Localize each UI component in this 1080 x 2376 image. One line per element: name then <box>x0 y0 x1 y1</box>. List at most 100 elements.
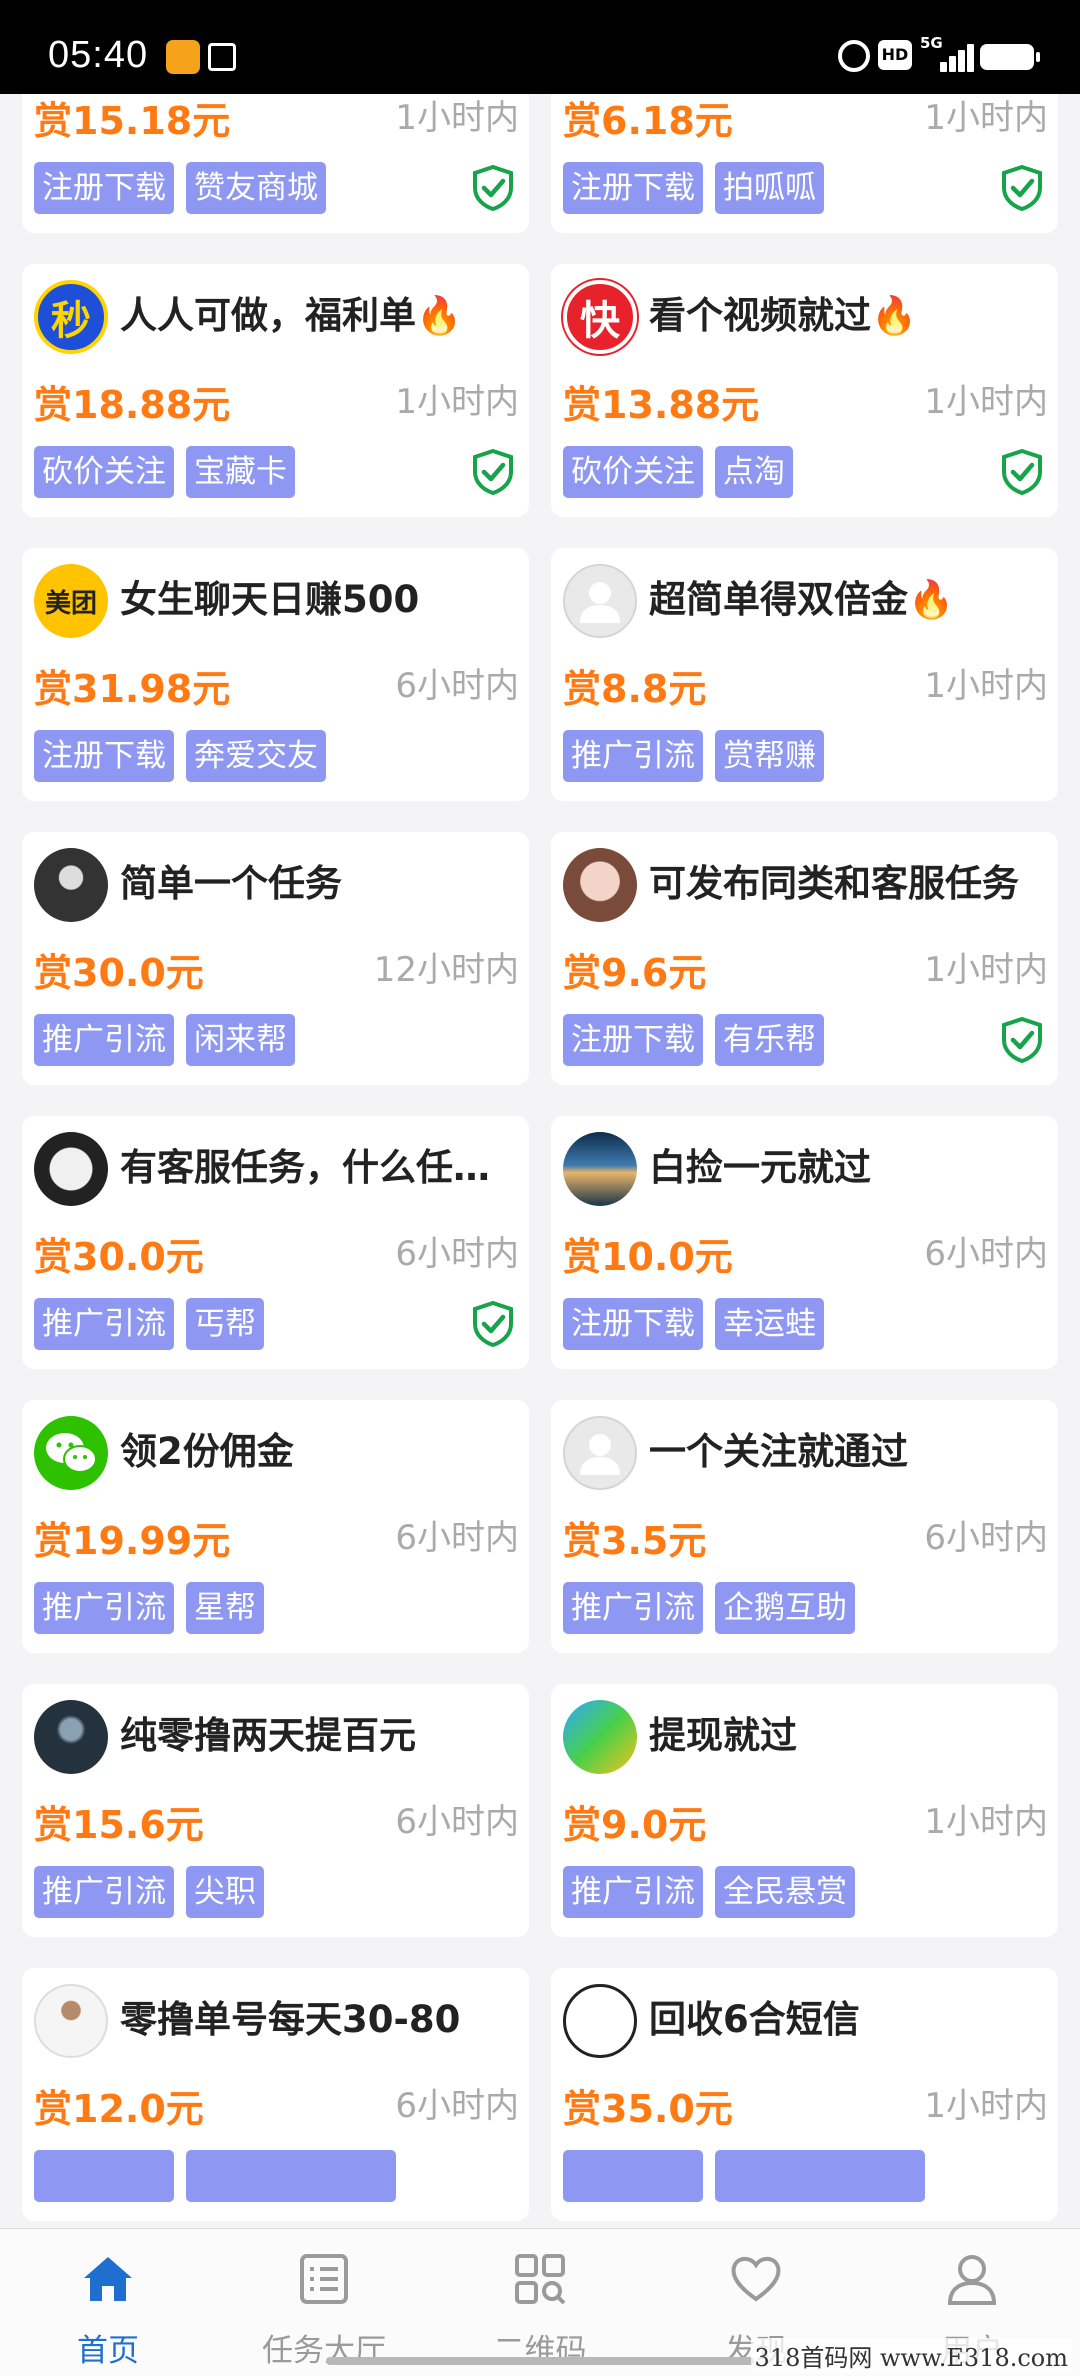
dark-photo-avatar <box>34 1700 108 1774</box>
alarm-icon <box>838 40 870 72</box>
fire-icon: 🔥 <box>908 578 955 621</box>
task-title-text: 有客服任务，什么任务都有 <box>120 1146 520 1189</box>
task-time-limit: 6小时内 <box>395 1518 519 1558</box>
qr-code-icon <box>515 2254 566 2305</box>
task-reward: 赏12.0元 <box>34 2087 204 2131</box>
verified-shield-icon <box>1002 164 1042 212</box>
task-time-limit: 1小时内 <box>395 382 519 422</box>
task-time-limit: 6小时内 <box>395 1234 519 1274</box>
verified-shield-icon <box>473 448 513 496</box>
task-tag: 推广引流 <box>34 1866 174 1918</box>
task-time-limit: 1小时内 <box>924 2086 1048 2126</box>
task-time-limit: 1小时内 <box>924 1802 1048 1842</box>
task-card[interactable]: 回收6合短信 赏35.0元 1小时内 <box>551 1968 1058 2221</box>
task-card[interactable]: 纯零撸两天提百元 赏15.6元 6小时内 推广引流 尖职 <box>22 1684 529 1937</box>
task-tag: 注册下载 <box>563 162 703 214</box>
tab-label: 首页 <box>77 2333 139 2369</box>
task-card[interactable]: 领2份佣金 赏19.99元 6小时内 推广引流 星帮 <box>22 1400 529 1653</box>
task-tags: 注册下载 拍呱呱 <box>563 162 824 214</box>
status-bar: 05:40 HD 5G <box>0 0 1080 94</box>
task-title-text: 零撸单号每天30-80 <box>120 1998 461 2041</box>
task-reward: 赏8.8元 <box>563 667 707 711</box>
task-reward: 赏30.0元 <box>34 951 204 995</box>
task-tag: 有乐帮 <box>715 1014 824 1066</box>
dog-sketch-avatar <box>563 1984 637 2058</box>
task-title: 简单一个任务 <box>120 854 520 914</box>
tab-qr-code[interactable]: 二维码 <box>432 2229 648 2376</box>
task-card[interactable]: 白捡一元就过 赏10.0元 6小时内 注册下载 幸运蛙 <box>551 1116 1058 1369</box>
verified-shield-icon <box>473 1300 513 1348</box>
task-grid: 审核一张图15元（秒审核）赏15.18元1小时内注册下载赞友商城审核小学生都会做… <box>22 94 1058 2221</box>
status-time: 05:40 <box>48 34 149 76</box>
task-title: 可发布同类和客服任务 <box>649 854 1049 914</box>
task-title: 女生聊天日赚500 <box>120 570 520 630</box>
task-card[interactable]: 可发布同类和客服任务 赏9.6元 1小时内 注册下载 有乐帮 <box>551 832 1058 1085</box>
home-indicator[interactable] <box>326 2357 754 2365</box>
task-card[interactable]: 简单一个任务 赏30.0元 12小时内 推广引流 闲来帮 <box>22 832 529 1085</box>
notification-app-icon <box>166 40 200 74</box>
task-reward: 赏15.18元 <box>34 99 231 143</box>
task-title: 一个关注就通过 <box>649 1422 1049 1482</box>
task-title-text: 纯零撸两天提百元 <box>120 1714 416 1757</box>
task-card[interactable]: 审核一张图15元（秒审核）赏15.18元1小时内注册下载赞友商城 <box>22 94 529 233</box>
tab-task-hall[interactable]: 任务大厅 <box>216 2229 432 2376</box>
task-tags: 推广引流 全民悬赏 <box>563 1866 855 1918</box>
task-title: 有客服任务，什么任务都有 <box>120 1138 520 1198</box>
task-tags: 注册下载 赞友商城 <box>34 162 326 214</box>
task-reward: 赏13.88元 <box>563 383 760 427</box>
task-reward: 赏9.0元 <box>563 1803 707 1847</box>
task-tag: 推广引流 <box>563 1582 703 1634</box>
task-time-limit: 6小时内 <box>395 1802 519 1842</box>
task-tags: 推广引流 赏帮赚 <box>563 730 824 782</box>
task-title-text: 一个关注就通过 <box>649 1430 908 1473</box>
task-title: 超简单得双倍金🔥 <box>649 570 1049 630</box>
task-feed[interactable]: 审核一张图15元（秒审核）赏15.18元1小时内注册下载赞友商城审核小学生都会做… <box>0 94 1080 2228</box>
task-tag: 砍价关注 <box>34 446 174 498</box>
task-tag: 赏帮赚 <box>715 730 824 782</box>
task-time-limit: 1小时内 <box>924 666 1048 706</box>
task-time-limit: 1小时内 <box>924 950 1048 990</box>
task-title-text: 超简单得双倍金 <box>649 578 908 621</box>
wechat-avatar <box>34 1416 108 1490</box>
task-title: 人人可做，福利单🔥 <box>120 286 520 346</box>
tab-home[interactable]: 首页 <box>0 2229 216 2376</box>
battery-icon <box>980 44 1040 70</box>
task-card[interactable]: 美团 女生聊天日赚500 赏31.98元 6小时内 注册下载 奔爱交友 <box>22 548 529 801</box>
fire-icon: 🔥 <box>416 294 463 337</box>
anime-avatar <box>563 848 637 922</box>
task-title-text: 提现就过 <box>649 1714 797 1757</box>
task-card[interactable]: 零撸单号每天30-80 赏12.0元 6小时内 <box>22 1968 529 2221</box>
task-card[interactable]: 快看个视频就过🔥 赏13.88元 1小时内 砍价关注 点淘 <box>551 264 1058 517</box>
task-title-text: 领2份佣金 <box>120 1430 294 1473</box>
task-title-text: 白捡一元就过 <box>649 1146 871 1189</box>
task-title: 白捡一元就过 <box>649 1138 1049 1198</box>
task-title: 提现就过 <box>649 1706 1049 1766</box>
task-card[interactable]: 审核小学生都会做🔥赏6.18元1小时内注册下载拍呱呱 <box>551 94 1058 233</box>
avatar-text: 美团 <box>44 588 97 619</box>
task-title-text: 可发布同类和客服任务 <box>649 862 1019 905</box>
task-tag: 推广引流 <box>34 1014 174 1066</box>
task-tag: 宝藏卡 <box>186 446 295 498</box>
task-card[interactable]: 提现就过赏9.0元 1小时内推广引流 全民悬赏 <box>551 1684 1058 1937</box>
task-card[interactable]: 一个关注就通过 赏3.5元 6小时内 推广引流 企鹅互助 <box>551 1400 1058 1653</box>
task-time-limit: 6小时内 <box>924 1518 1048 1558</box>
photo-avatar <box>34 848 108 922</box>
task-card[interactable]: 超简单得双倍金🔥 赏8.8元 1小时内推广引流 赏帮赚 <box>551 548 1058 801</box>
task-tag: 闲来帮 <box>186 1014 295 1066</box>
task-tags: 推广引流 尖职 <box>34 1866 264 1918</box>
task-tags: 推广引流 闲来帮 <box>34 1014 295 1066</box>
home-icon <box>84 2257 132 2301</box>
task-reward: 赏6.18元 <box>563 99 733 143</box>
task-reward: 赏19.99元 <box>34 1519 231 1563</box>
task-card[interactable]: 有客服任务，什么任务都有 赏30.0元 6小时内 推广引流 丐帮 <box>22 1116 529 1369</box>
default-user-avatar <box>563 1416 637 1490</box>
task-tag: 推广引流 <box>34 1582 174 1634</box>
task-title-text: 女生聊天日赚500 <box>120 578 420 621</box>
task-card[interactable]: 秒人人可做，福利单🔥 赏18.88元 1小时内 砍价关注 宝藏卡 <box>22 264 529 517</box>
task-tag <box>34 2150 174 2202</box>
task-tags: 注册下载 奔爱交友 <box>34 730 326 782</box>
heart-icon <box>731 2256 781 2302</box>
task-tag: 推广引流 <box>34 1298 174 1350</box>
avatar-text: 快 <box>580 298 620 344</box>
task-title-text: 看个视频就过 <box>649 294 871 337</box>
